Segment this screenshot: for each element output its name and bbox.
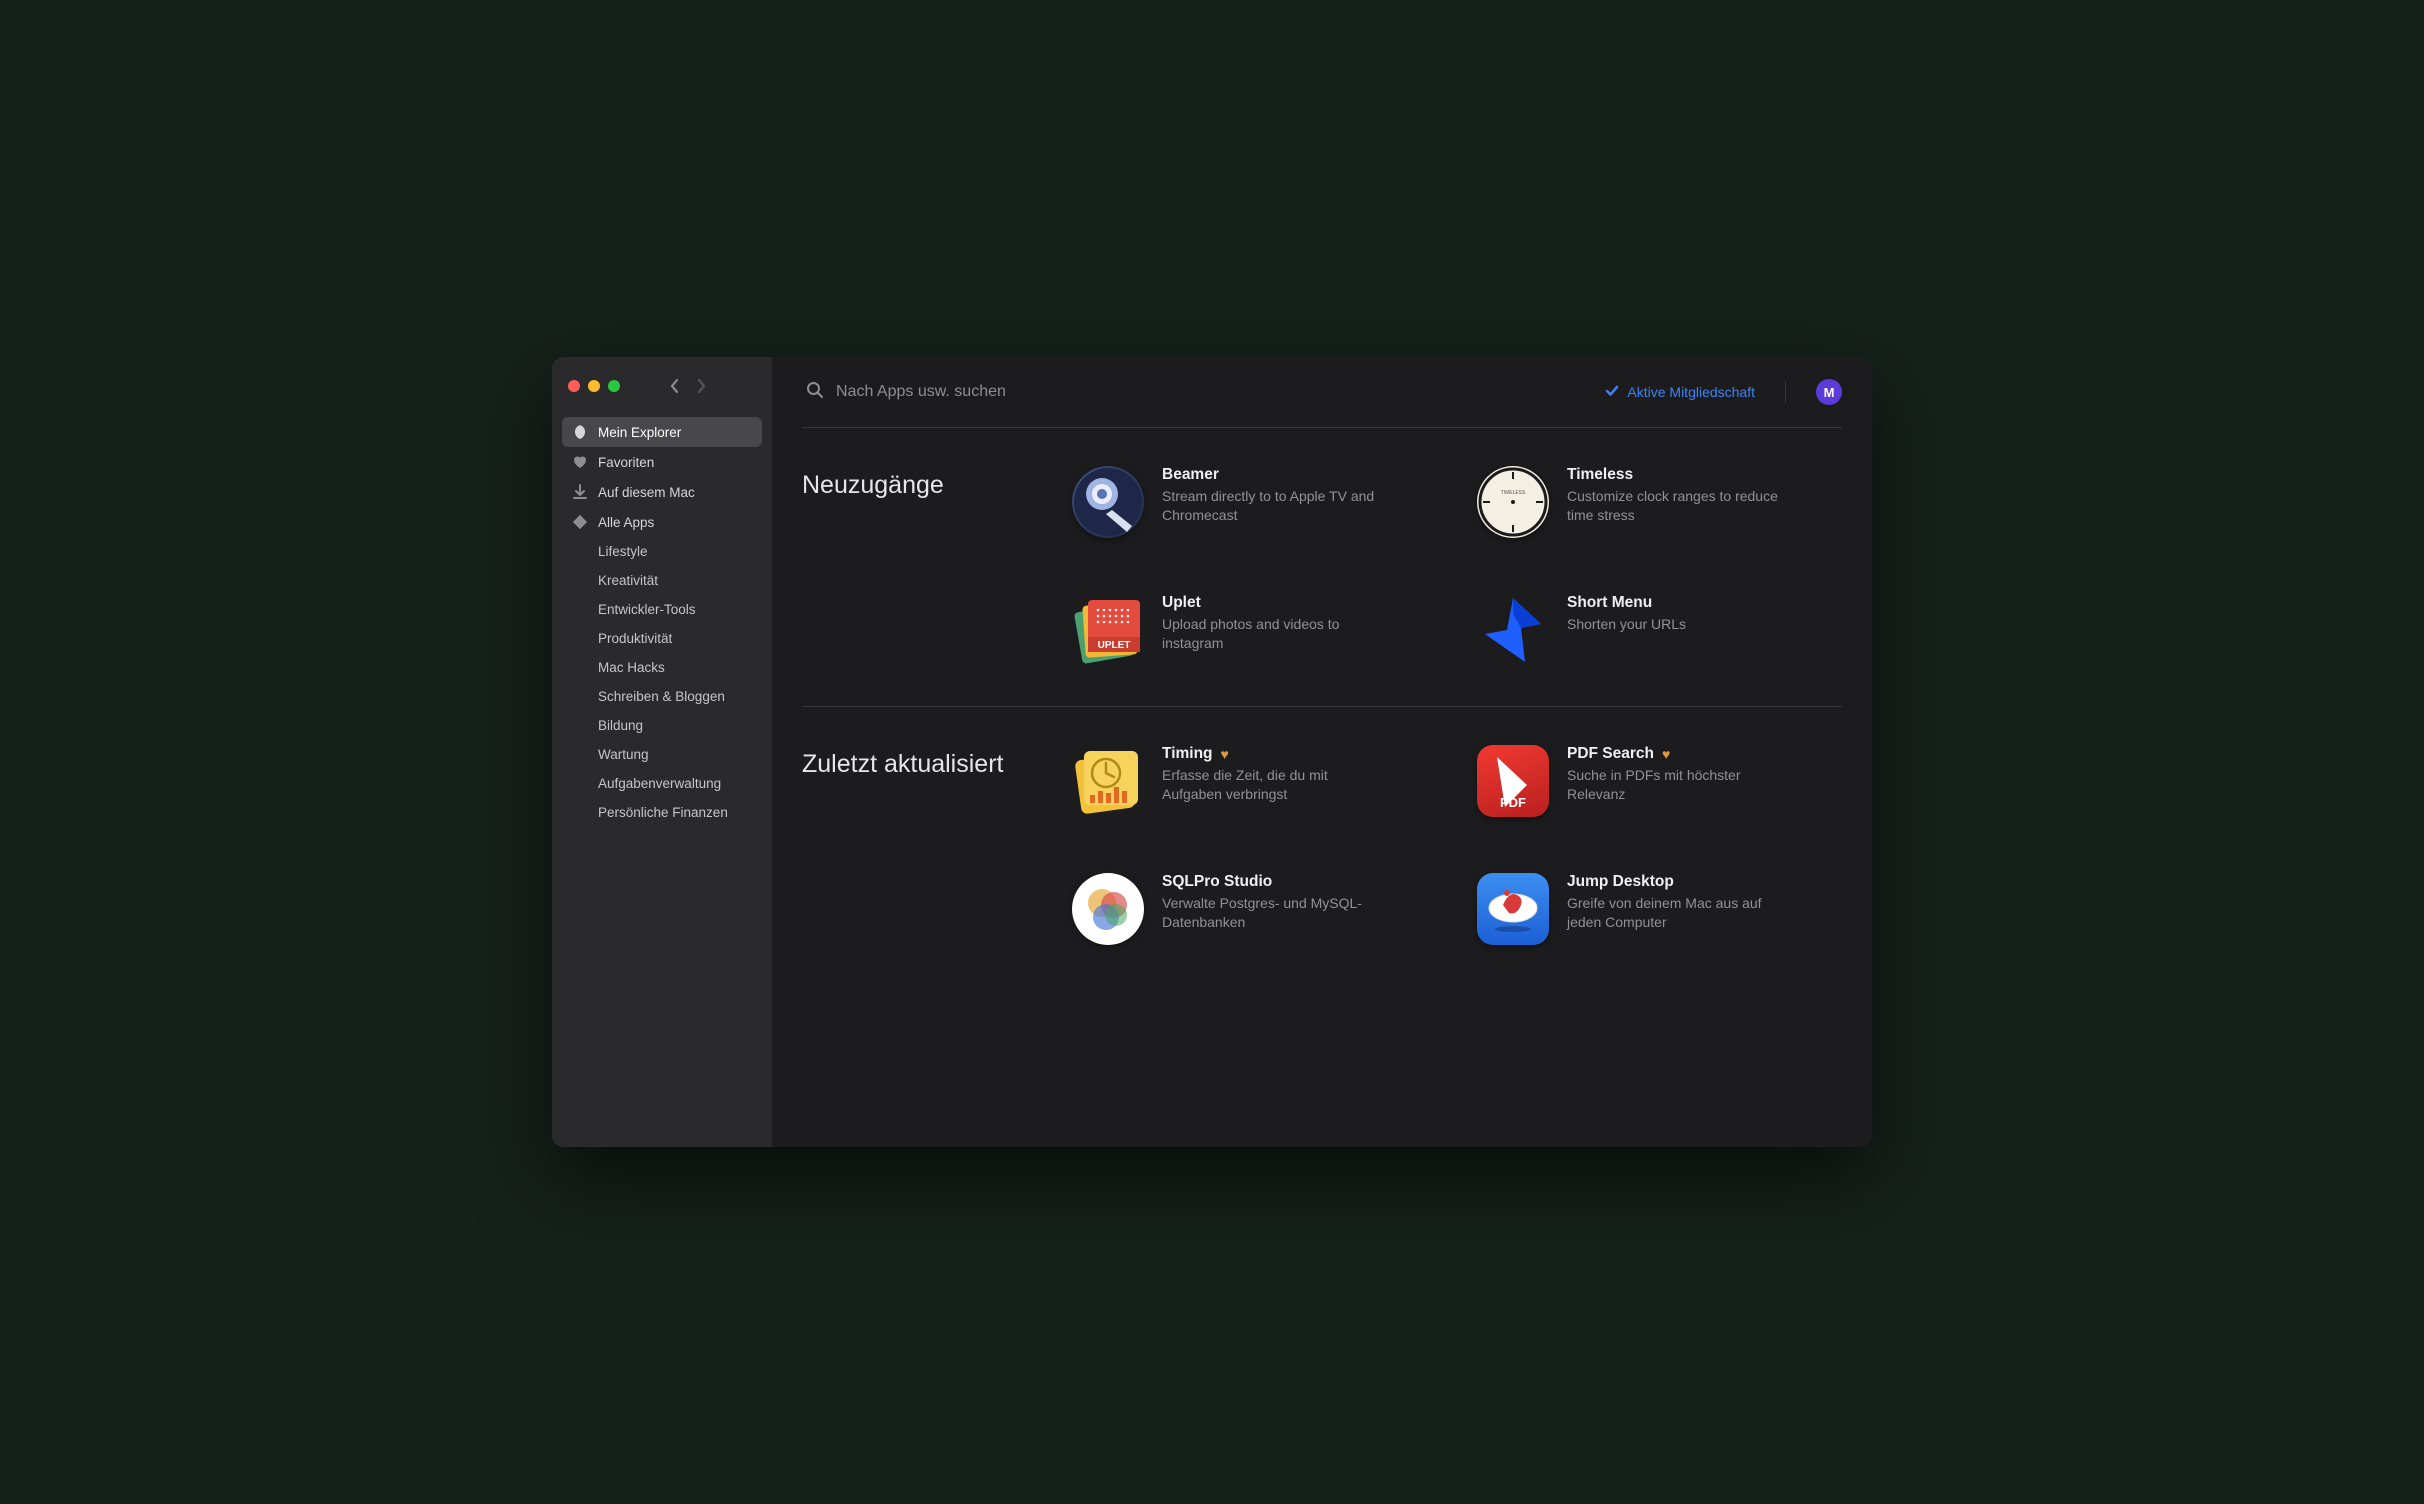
- sidebar-item-label: Alle Apps: [598, 515, 654, 530]
- app-desc: Erfasse die Zeit, die du mit Aufgaben ve…: [1162, 766, 1382, 804]
- svg-text:PDF: PDF: [1500, 795, 1526, 810]
- app-window: Mein Explorer Favoriten Auf diesem Mac A…: [552, 357, 1872, 1147]
- avatar[interactable]: M: [1816, 379, 1842, 405]
- app-pdf-search[interactable]: PDF PDF Search ♥ Suche in PDFs mit höchs…: [1477, 745, 1842, 817]
- app-desc: Shorten your URLs: [1567, 615, 1686, 634]
- app-grid: Beamer Stream directly to to Apple TV an…: [1072, 466, 1842, 666]
- download-icon: [572, 484, 588, 500]
- sidebar-cat-mac-hacks[interactable]: Mac Hacks: [588, 653, 762, 682]
- app-desc: Customize clock ranges to reduce time st…: [1567, 487, 1787, 525]
- app-meta: SQLPro Studio Verwalte Postgres- und MyS…: [1162, 873, 1382, 932]
- app-meta: Timeless Customize clock ranges to reduc…: [1567, 466, 1787, 525]
- app-uplet[interactable]: UPLET Uplet Upload photos and videos to …: [1072, 594, 1437, 666]
- sidebar-cat-lifestyle[interactable]: Lifestyle: [588, 537, 762, 566]
- minimize-window-button[interactable]: [588, 380, 600, 392]
- sqlpro-icon: [1072, 873, 1144, 945]
- sidebar-cat-wartung[interactable]: Wartung: [588, 740, 762, 769]
- favorite-icon: ♥: [1221, 746, 1229, 762]
- traffic-lights: [568, 380, 620, 392]
- sidebar-cat-aufgabenverwaltung[interactable]: Aufgabenverwaltung: [588, 769, 762, 798]
- app-name: PDF Search ♥: [1567, 745, 1787, 763]
- maximize-window-button[interactable]: [608, 380, 620, 392]
- app-meta: Uplet Upload photos and videos to instag…: [1162, 594, 1382, 653]
- app-name: Uplet: [1162, 594, 1382, 612]
- jumpdesktop-icon: [1477, 873, 1549, 945]
- app-meta: PDF Search ♥ Suche in PDFs mit höchster …: [1567, 745, 1787, 804]
- diamond-icon: [572, 514, 588, 530]
- close-window-button[interactable]: [568, 380, 580, 392]
- favorite-icon: ♥: [1662, 746, 1670, 762]
- uplet-icon: UPLET: [1072, 594, 1144, 666]
- app-desc: Suche in PDFs mit höchster Relevanz: [1567, 766, 1787, 804]
- app-name: SQLPro Studio: [1162, 873, 1382, 891]
- sidebar-item-alle-apps[interactable]: Alle Apps: [562, 507, 762, 537]
- sidebar-item-auf-diesem-mac[interactable]: Auf diesem Mac: [562, 477, 762, 507]
- svg-text:TIMELESS: TIMELESS: [1501, 490, 1526, 496]
- sidebar-cat-bildung[interactable]: Bildung: [588, 711, 762, 740]
- app-meta: Short Menu Shorten your URLs: [1567, 594, 1686, 634]
- sidebar: Mein Explorer Favoriten Auf diesem Mac A…: [552, 357, 772, 1147]
- app-short-menu[interactable]: Short Menu Shorten your URLs: [1477, 594, 1842, 666]
- avatar-initial: M: [1824, 385, 1835, 400]
- sidebar-cat-kreativitaet[interactable]: Kreativität: [588, 566, 762, 595]
- sidebar-cat-entwickler-tools[interactable]: Entwickler-Tools: [588, 595, 762, 624]
- checkmark-icon: [1605, 384, 1619, 401]
- nav-forward-button[interactable]: [690, 375, 712, 397]
- app-beamer[interactable]: Beamer Stream directly to to Apple TV an…: [1072, 466, 1437, 538]
- app-desc: Greife von deinem Mac aus auf jeden Comp…: [1567, 894, 1787, 932]
- app-desc: Stream directly to to Apple TV and Chrom…: [1162, 487, 1382, 525]
- search-input[interactable]: [836, 383, 1589, 401]
- app-name: Timing ♥: [1162, 745, 1382, 763]
- section-zuletzt-aktualisiert: Zuletzt aktualisiert Timing ♥ Erfasse di…: [802, 707, 1842, 985]
- app-name: Timeless: [1567, 466, 1787, 484]
- section-title: Neuzugänge: [802, 466, 1052, 501]
- nav-arrows: [664, 375, 712, 397]
- section-neuzugaenge: Neuzugänge Beamer Stream directly to to …: [802, 428, 1842, 707]
- app-name: Jump Desktop: [1567, 873, 1787, 891]
- sidebar-item-favoriten[interactable]: Favoriten: [562, 447, 762, 477]
- section-title: Zuletzt aktualisiert: [802, 745, 1052, 780]
- app-desc: Verwalte Postgres- und MySQL-Datenbanken: [1162, 894, 1382, 932]
- sidebar-cat-schreiben-bloggen[interactable]: Schreiben & Bloggen: [588, 682, 762, 711]
- sidebar-item-mein-explorer[interactable]: Mein Explorer: [562, 417, 762, 447]
- app-sqlpro-studio[interactable]: SQLPro Studio Verwalte Postgres- und MyS…: [1072, 873, 1437, 945]
- app-jump-desktop[interactable]: Jump Desktop Greife von deinem Mac aus a…: [1477, 873, 1842, 945]
- shortmenu-icon: [1477, 594, 1549, 666]
- app-meta: Beamer Stream directly to to Apple TV an…: [1162, 466, 1382, 525]
- app-desc: Upload photos and videos to instagram: [1162, 615, 1382, 653]
- search-box[interactable]: [806, 381, 1589, 404]
- nav-back-button[interactable]: [664, 375, 686, 397]
- app-timeless[interactable]: TIMELESS Timeless Customize clock ranges…: [1477, 466, 1842, 538]
- pdfsearch-icon: PDF: [1477, 745, 1549, 817]
- membership-status[interactable]: Aktive Mitgliedschaft: [1605, 384, 1755, 401]
- app-meta: Jump Desktop Greife von deinem Mac aus a…: [1567, 873, 1787, 932]
- divider: [1785, 381, 1786, 403]
- app-timing[interactable]: Timing ♥ Erfasse die Zeit, die du mit Au…: [1072, 745, 1437, 817]
- membership-label: Aktive Mitgliedschaft: [1627, 384, 1755, 400]
- search-icon: [806, 381, 824, 404]
- sidebar-cat-persoenliche-finanzen[interactable]: Persönliche Finanzen: [588, 798, 762, 827]
- main-content: Aktive Mitgliedschaft M Neuzugänge Beame…: [772, 357, 1872, 1147]
- sidebar-item-label: Mein Explorer: [598, 425, 681, 440]
- explorer-icon: [572, 424, 588, 440]
- sidebar-categories: Lifestyle Kreativität Entwickler-Tools P…: [588, 537, 762, 827]
- sidebar-item-label: Favoriten: [598, 455, 654, 470]
- app-grid: Timing ♥ Erfasse die Zeit, die du mit Au…: [1072, 745, 1842, 945]
- svg-text:UPLET: UPLET: [1098, 640, 1131, 651]
- topbar: Aktive Mitgliedschaft M: [802, 357, 1842, 428]
- timeless-icon: TIMELESS: [1477, 466, 1549, 538]
- heart-icon: [572, 454, 588, 470]
- titlebar: [562, 373, 762, 417]
- app-name: Beamer: [1162, 466, 1382, 484]
- app-name: Short Menu: [1567, 594, 1686, 612]
- app-meta: Timing ♥ Erfasse die Zeit, die du mit Au…: [1162, 745, 1382, 804]
- sidebar-item-label: Auf diesem Mac: [598, 485, 695, 500]
- timing-icon: [1072, 745, 1144, 817]
- beamer-icon: [1072, 466, 1144, 538]
- sidebar-cat-produktivitaet[interactable]: Produktivität: [588, 624, 762, 653]
